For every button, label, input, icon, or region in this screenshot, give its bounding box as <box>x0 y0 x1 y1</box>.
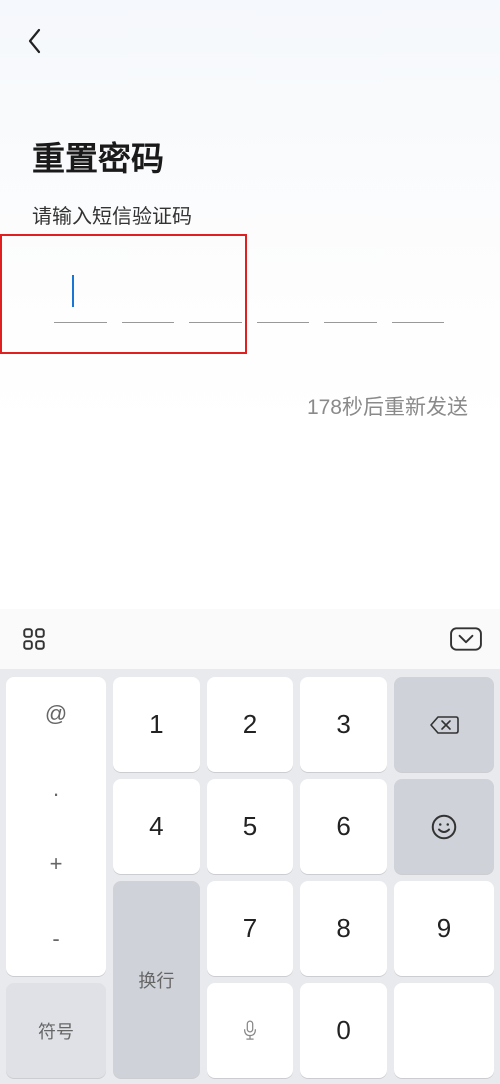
grid-icon <box>21 626 47 652</box>
resend-countdown: 178秒后重新发送 <box>32 391 468 421</box>
page-subtitle: 请输入短信验证码 <box>32 200 468 229</box>
key-0[interactable]: 0 <box>300 983 387 1078</box>
key-9[interactable]: 9 <box>394 881 494 976</box>
chevron-down-box-icon <box>450 627 482 651</box>
code-slot-4[interactable] <box>257 269 310 323</box>
code-input[interactable] <box>0 269 500 331</box>
code-slot-6[interactable] <box>392 269 445 323</box>
keyboard-collapse-button[interactable] <box>450 623 482 655</box>
key-at[interactable]: @ <box>6 677 106 752</box>
text-cursor <box>72 275 74 307</box>
key-7[interactable]: 7 <box>207 881 294 976</box>
key-backspace[interactable] <box>394 677 494 772</box>
key-4[interactable]: 4 <box>113 779 200 874</box>
key-3[interactable]: 3 <box>300 677 387 772</box>
key-enter[interactable]: 换行 <box>113 881 200 1078</box>
key-symbol[interactable]: 符号 <box>6 983 106 1078</box>
key-1[interactable]: 1 <box>113 677 200 772</box>
key-8[interactable]: 8 <box>300 881 387 976</box>
key-minus[interactable]: - <box>6 901 106 976</box>
back-button[interactable] <box>18 25 50 57</box>
backspace-icon <box>429 710 459 740</box>
key-5[interactable]: 5 <box>207 779 294 874</box>
key-6[interactable]: 6 <box>300 779 387 874</box>
page-title: 重置密码 <box>32 132 468 180</box>
key-2[interactable]: 2 <box>207 677 294 772</box>
symbol-column: @ . + - <box>6 677 106 976</box>
chevron-left-icon <box>27 28 41 54</box>
keyboard: @ . + - 1 2 3 4 5 6 7 8 <box>0 609 500 1084</box>
keyboard-toolbar <box>0 609 500 669</box>
code-slot-2[interactable] <box>122 269 175 323</box>
microphone-icon <box>241 1019 259 1043</box>
keyboard-menu-button[interactable] <box>18 623 50 655</box>
key-voice[interactable] <box>207 983 294 1078</box>
key-emoji[interactable] <box>394 779 494 874</box>
key-blank[interactable] <box>394 983 494 1078</box>
code-slot-5[interactable] <box>324 269 377 323</box>
key-dot[interactable]: . <box>6 752 106 827</box>
code-slot-3[interactable] <box>189 269 242 323</box>
smile-icon <box>429 812 459 842</box>
key-plus[interactable]: + <box>6 827 106 902</box>
code-slot-1[interactable] <box>54 269 107 323</box>
